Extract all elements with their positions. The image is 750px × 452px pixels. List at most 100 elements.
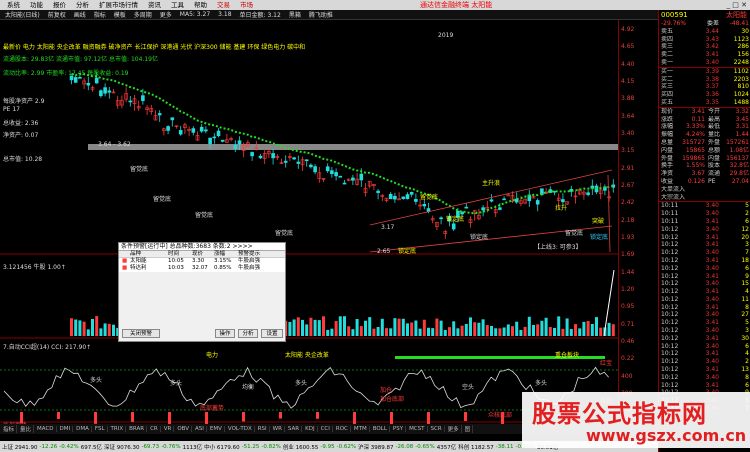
menu-function[interactable]: 功能 xyxy=(25,0,48,10)
operate-button[interactable]: 操作 xyxy=(215,329,235,338)
status-item: -38.11 xyxy=(495,443,514,450)
tab-22[interactable]: PSY xyxy=(391,426,407,432)
tab-5[interactable]: FSL xyxy=(93,426,108,432)
menu-quote[interactable]: 报价 xyxy=(48,0,71,10)
tab-15[interactable]: WR xyxy=(271,426,285,432)
ask-row-cell: 卖五 xyxy=(661,27,674,35)
quote-header: 000591 太阳能 xyxy=(659,10,750,20)
sub-label: 太阳能 央企改革 xyxy=(285,352,329,359)
toolbar-multi-period[interactable]: 多周期 xyxy=(131,10,155,19)
volume-bar xyxy=(338,316,342,336)
candle-body xyxy=(73,77,78,83)
flow-label: 大宗流入 xyxy=(661,193,686,201)
tab-11[interactable]: ASI xyxy=(193,426,207,432)
menu-analysis[interactable]: 分析 xyxy=(71,0,94,10)
toolbar-draw[interactable]: 画线 xyxy=(71,10,89,19)
alert-row[interactable]: ■ 太阳能 10:05 3.30 3.15% 牛股启强 xyxy=(119,258,285,265)
tab-9[interactable]: VR xyxy=(162,426,175,432)
tab-21[interactable]: BOLL xyxy=(371,426,390,432)
axis-tick-label: 3.15 xyxy=(621,147,635,155)
tick-time: 10:12 xyxy=(661,303,679,311)
kline-chart[interactable]: 最新价 电力 太阳能 央企改革 融资融券 破净资产 长江保护 深港通 光伏 沪深… xyxy=(0,20,618,450)
stat-value: 29.8亿 xyxy=(729,170,749,178)
close-alert-button[interactable]: 关闭预警 xyxy=(122,329,160,338)
tab-8[interactable]: CR xyxy=(148,426,161,432)
volume-bar xyxy=(317,320,321,336)
tab-19[interactable]: ROC xyxy=(334,426,351,432)
sub-label: 加仓 xyxy=(380,387,393,394)
candle-body xyxy=(388,193,393,200)
volume-bar xyxy=(372,328,376,336)
tab-10[interactable]: OBV xyxy=(175,426,193,432)
tab-1[interactable]: 量比 xyxy=(18,425,35,433)
tick-time: 10:12 xyxy=(661,249,679,257)
tab-18[interactable]: CCI xyxy=(319,426,333,432)
overlay-pe: PE 17 xyxy=(3,106,20,113)
menu-extended-market[interactable]: 扩展市场行情 xyxy=(94,0,143,10)
tab-26[interactable]: 图 xyxy=(463,425,474,433)
alert-dialog[interactable]: 条件预警[运行中] 总品种数:3683 条数:2 >>>> 品种 时间 现价 涨… xyxy=(118,242,286,342)
tab-17[interactable]: KDJ xyxy=(303,426,318,432)
bid-row-cell: 3.38 xyxy=(705,75,719,83)
tick-price: 3.41 xyxy=(705,303,719,311)
stat-value: 156137 xyxy=(726,154,749,162)
volume-bar xyxy=(448,327,451,336)
volume-bar xyxy=(431,328,435,336)
tab-16[interactable]: SAR xyxy=(286,426,303,432)
volume-bar xyxy=(527,316,531,336)
menu-system[interactable]: 系统 xyxy=(2,0,25,10)
axis-tick-label: 2.42 xyxy=(621,199,635,207)
analyze-button[interactable]: 分析 xyxy=(238,329,258,338)
stat-value: 4.24% xyxy=(685,131,705,139)
alert-row[interactable]: ■ 特达利 10:03 32.07 0.85% 牛股启强 xyxy=(119,265,285,272)
menu-help[interactable]: 帮助 xyxy=(189,0,212,10)
tab-7[interactable]: BRAR xyxy=(127,426,148,432)
toolbar-more[interactable]: 更多 xyxy=(157,10,175,19)
ask-row-cell: 156 xyxy=(737,51,749,59)
candle-body xyxy=(166,126,170,131)
tick-row: 10:12 3.40 3 xyxy=(659,327,750,335)
menu-trade[interactable]: 交易 xyxy=(212,0,235,10)
cell: 牛股启强 xyxy=(238,258,261,264)
window-controls[interactable]: _ □ ✕ xyxy=(727,0,747,10)
ask-row-cell: 286 xyxy=(737,43,749,51)
signal-label: 锁定底 xyxy=(470,234,489,241)
tick-volume: 30 xyxy=(741,334,749,342)
toolbar-indicator[interactable]: 指标 xyxy=(91,10,109,19)
toolbar-adjust[interactable]: 前复权 xyxy=(45,10,69,19)
tab-2[interactable]: MACD xyxy=(35,426,57,432)
overlay-mktcap: 总市值: 10.28 xyxy=(3,156,43,163)
tick-price: 3.40 xyxy=(705,342,719,350)
menu-tools[interactable]: 工具 xyxy=(166,0,189,10)
overlay-concepts: 最新价 电力 太阳能 央企改革 融资融券 破净资产 长江保护 深港通 光伏 沪深… xyxy=(3,44,306,51)
toolbar-symbol[interactable]: 太阳能(日线) xyxy=(2,10,43,19)
tab-6[interactable]: TRIX xyxy=(109,426,127,432)
tab-0[interactable]: 指标 xyxy=(1,425,18,433)
tab-25[interactable]: 更多 xyxy=(446,425,462,433)
tab-23[interactable]: MCST xyxy=(407,426,428,432)
menu-market[interactable]: 市场 xyxy=(235,0,258,10)
candle-body xyxy=(309,164,313,168)
ask-row-cell: 3.40 xyxy=(705,58,719,66)
toolbar-template[interactable]: 模板 xyxy=(111,10,129,19)
tab-20[interactable]: MTM xyxy=(352,426,370,432)
menu-news[interactable]: 资讯 xyxy=(143,0,166,10)
axis-tick-label: 2.18 xyxy=(621,216,635,224)
stat-label: 流通 xyxy=(708,170,721,178)
tab-13[interactable]: VOL-TDX xyxy=(226,426,255,432)
stat-label: 今开 xyxy=(708,107,721,115)
candle-body xyxy=(376,190,380,193)
tab-4[interactable]: DMA xyxy=(74,426,92,432)
tick-price: 3.40 xyxy=(705,280,719,288)
settings-button[interactable]: 设置 xyxy=(261,329,283,338)
tab-24[interactable]: SCR xyxy=(429,426,445,432)
volume-bar xyxy=(427,327,430,336)
candle-body xyxy=(401,196,406,199)
highlight-band xyxy=(88,144,618,150)
tab-12[interactable]: EMV xyxy=(208,426,225,432)
ask-row-cell: 3.43 xyxy=(705,35,719,43)
tab-3[interactable]: DMI xyxy=(58,426,74,432)
tab-14[interactable]: RSI xyxy=(256,426,270,432)
volume-bar xyxy=(557,316,561,336)
candle-body xyxy=(489,199,494,202)
